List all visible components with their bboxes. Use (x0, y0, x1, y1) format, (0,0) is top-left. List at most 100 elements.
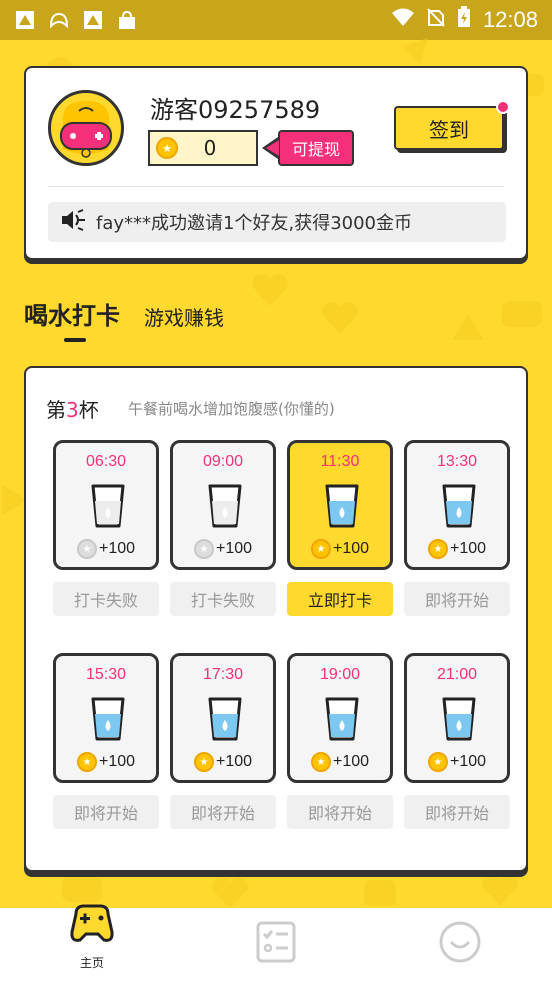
tab-bar: 喝水打卡 游戏赚钱 (24, 296, 224, 342)
water-cup-icon (207, 483, 243, 533)
nav-home[interactable]: 主页 (0, 904, 184, 981)
water-cup-icon (324, 696, 360, 746)
slot-time: 17:30 (202, 666, 244, 683)
coin-value: 0 (203, 136, 217, 160)
water-cup-icon (441, 483, 477, 533)
notice-bar: fay***成功邀请1个好友,获得3000金币 (48, 202, 506, 242)
cup-title-number: 3 (66, 398, 79, 422)
reward-amount: +100 (98, 540, 136, 557)
checkin-slot: 09:00 ★ +100 打卡失败 (170, 440, 276, 616)
tab-game-earn-label: 游戏赚钱 (144, 306, 224, 330)
no-sim-icon (427, 7, 445, 33)
slot-time: 09:00 (202, 453, 244, 470)
water-cup-icon (441, 696, 477, 746)
slot-status-button: 打卡失败 (53, 582, 159, 616)
withdraw-button[interactable]: 可提现 (278, 130, 354, 166)
reward-amount: +100 (215, 753, 253, 770)
slot-time: 15:30 (85, 666, 127, 683)
tab-game-earn[interactable]: 游戏赚钱 (144, 302, 224, 331)
username: 游客09257589 (150, 96, 321, 124)
slot-status-button: 打卡失败 (170, 582, 276, 616)
checkin-slot: 11:30 ★ +100 立即打卡 (287, 440, 393, 616)
status-bar: 12:08 (0, 0, 552, 40)
slot-time: 11:30 (320, 453, 360, 470)
slot-card: 17:30 ★ +100 (170, 653, 276, 783)
coin-balance: ★ 0 (148, 130, 258, 166)
slot-time: 06:30 (85, 453, 127, 470)
slot-time: 13:30 (436, 453, 478, 470)
tab-indicator (64, 338, 86, 342)
withdraw-arrow-fill (266, 140, 279, 156)
game-controller-icon (48, 9, 70, 31)
slot-status-button: 即将开始 (404, 582, 510, 616)
water-cup-icon (90, 696, 126, 746)
notification-dot (496, 100, 510, 114)
reward-amount: +100 (215, 540, 253, 557)
slot-status-button: 即将开始 (53, 795, 159, 829)
signin-button[interactable]: 签到 (394, 100, 510, 150)
water-cup-icon (90, 483, 126, 533)
reward-amount: +100 (332, 540, 370, 557)
slot-card: 11:30 ★ +100 (287, 440, 393, 570)
tab-drink-water-label: 喝水打卡 (24, 302, 120, 330)
checkin-card: 第3杯 午餐前喝水增加饱腹感(你懂的) 06:30 ★ +100 打卡失败 09:00 ★… (24, 366, 528, 872)
coin-icon: ★ (76, 539, 97, 559)
nav-home-label: 主页 (79, 956, 104, 970)
water-cup-icon (324, 483, 360, 533)
speaker-icon (60, 209, 86, 235)
cup-title: 第3杯 (46, 394, 99, 423)
cup-title-suffix: 杯 (78, 398, 99, 422)
reward-amount: +100 (449, 540, 487, 557)
game-controller-icon (68, 902, 116, 950)
slot-reward: ★ +100 (173, 752, 273, 772)
slot-card: 19:00 ★ +100 (287, 653, 393, 783)
smiley-icon (438, 920, 482, 968)
slot-reward: ★ +100 (173, 539, 273, 559)
slot-card: 21:00 ★ +100 (404, 653, 510, 783)
cup-title-prefix: 第 (46, 398, 66, 422)
notification-icon (14, 9, 36, 31)
shop-bag-icon (116, 9, 138, 31)
checkin-slot: 19:00 ★ +100 即将开始 (287, 653, 393, 829)
avatar[interactable] (48, 90, 124, 166)
coin-icon: ★ (310, 539, 331, 559)
checkin-slot: 21:00 ★ +100 即将开始 (404, 653, 510, 829)
reward-amount: +100 (98, 753, 136, 770)
notification-icon (82, 9, 104, 31)
coin-icon: ★ (76, 752, 97, 772)
slot-reward: ★ +100 (56, 539, 156, 559)
status-time: 12:08 (482, 7, 538, 32)
slot-card: 09:00 ★ +100 (170, 440, 276, 570)
slot-status-button[interactable]: 立即打卡 (287, 582, 393, 616)
bottom-nav: 主页 (0, 904, 552, 981)
slot-card: 13:30 ★ +100 (404, 440, 510, 570)
signin-label: 签到 (429, 117, 469, 142)
profile-card: 游客09257589 ★ 0 可提现 签到 fay***成功邀请1个好友,获得3… (24, 66, 528, 260)
task-list-icon (254, 920, 298, 968)
wifi-icon (391, 7, 415, 33)
coin-icon: ★ (310, 752, 331, 772)
coin-icon: ★ (156, 137, 178, 159)
reward-amount: +100 (332, 753, 370, 770)
slot-card: 06:30 ★ +100 (53, 440, 159, 570)
nav-tasks[interactable] (184, 908, 368, 981)
slot-status-button: 即将开始 (170, 795, 276, 829)
slot-time: 19:00 (319, 666, 361, 683)
slot-time: 21:00 (436, 666, 478, 683)
checkin-slot: 17:30 ★ +100 即将开始 (170, 653, 276, 829)
checkin-slot: 06:30 ★ +100 打卡失败 (53, 440, 159, 616)
slot-reward: ★ +100 (407, 752, 507, 772)
coin-icon: ★ (193, 752, 214, 772)
tab-drink-water[interactable]: 喝水打卡 (24, 296, 120, 342)
battery-charging-icon (457, 6, 471, 34)
coin-icon: ★ (427, 752, 448, 772)
cup-subtitle: 午餐前喝水增加饱腹感(你懂的) (128, 400, 335, 418)
reward-amount: +100 (449, 753, 487, 770)
slot-reward: ★ +100 (290, 752, 390, 772)
checkin-slot: 13:30 ★ +100 即将开始 (404, 440, 510, 616)
nav-profile[interactable] (368, 908, 552, 981)
slot-card: 15:30 ★ +100 (53, 653, 159, 783)
slot-reward: ★ +100 (407, 539, 507, 559)
divider (48, 186, 504, 187)
coin-icon: ★ (427, 539, 448, 559)
